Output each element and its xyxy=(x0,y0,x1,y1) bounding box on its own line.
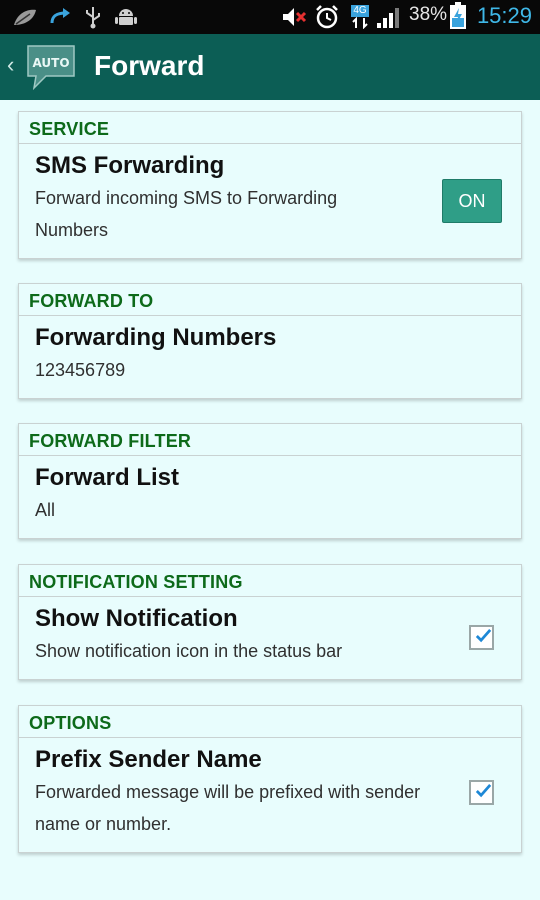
service-section: SERVICE SMS Forwarding Forward incoming … xyxy=(18,111,522,259)
checkmark-icon xyxy=(475,628,492,642)
preference-summary: Forward incoming SMS to Forwarding xyxy=(35,188,338,208)
section-header: FORWARD TO xyxy=(19,284,521,316)
battery-percentage: 38% xyxy=(409,4,448,25)
notification-setting-section: NOTIFICATION SETTING Show Notification S… xyxy=(18,564,522,680)
battery-charging-icon xyxy=(449,2,467,29)
forwarding-numbers-preference[interactable]: Forwarding Numbers 123456789 xyxy=(19,316,521,398)
section-header: SERVICE xyxy=(19,112,521,144)
section-header: FORWARD FILTER xyxy=(19,424,521,456)
status-bar: 4G 38% 15:29 xyxy=(0,0,540,34)
toggle-label: ON xyxy=(458,190,486,211)
preference-title: Show Notification xyxy=(35,605,238,632)
preference-summary-continued: Numbers xyxy=(35,220,109,240)
preference-summary: Show notification icon in the status bar xyxy=(35,641,343,661)
preference-title: Prefix Sender Name xyxy=(35,746,262,773)
section-header: OPTIONS xyxy=(19,706,521,738)
sms-forwarding-preference[interactable]: SMS Forwarding Forward incoming SMS to F… xyxy=(19,144,521,258)
preference-summary: Forwarded message will be prefixed with … xyxy=(35,782,421,802)
usb-icon xyxy=(84,5,102,29)
checkmark-icon xyxy=(475,783,492,797)
show-notification-preference[interactable]: Show Notification Show notification icon… xyxy=(19,597,521,679)
show-notification-checkbox[interactable] xyxy=(469,625,494,650)
reply-arrow-icon xyxy=(48,5,72,29)
options-section: OPTIONS Prefix Sender Name Forwarded mes… xyxy=(18,705,522,853)
forward-to-section: FORWARD TO Forwarding Numbers 123456789 xyxy=(18,283,522,399)
page-title: Forward xyxy=(94,50,205,81)
prefix-sender-name-checkbox[interactable] xyxy=(469,780,494,805)
mute-icon xyxy=(280,5,308,29)
preference-title: Forwarding Numbers xyxy=(35,324,277,351)
leaf-icon xyxy=(12,5,38,29)
sms-forwarding-toggle[interactable]: ON xyxy=(442,179,502,223)
android-icon xyxy=(114,5,138,29)
logo-text: AUTO xyxy=(32,56,69,70)
section-header: NOTIFICATION SETTING xyxy=(19,565,521,597)
network-badge: 4G xyxy=(351,5,369,17)
preference-title: Forward List xyxy=(35,464,180,491)
forward-filter-section: FORWARD FILTER Forward List All xyxy=(18,423,522,539)
network-4g-icon: 4G xyxy=(348,5,372,29)
preference-summary: All xyxy=(35,500,56,520)
preference-title: SMS Forwarding xyxy=(35,152,225,179)
prefix-sender-name-preference[interactable]: Prefix Sender Name Forwarded message wil… xyxy=(19,738,521,852)
chevron-left-icon: ‹ xyxy=(7,52,15,77)
up-navigation-button[interactable]: ‹ AUTO xyxy=(0,34,84,100)
action-bar: ‹ AUTO Forward xyxy=(0,34,540,100)
alarm-icon xyxy=(314,5,340,29)
preference-summary-continued: name or number. xyxy=(35,814,172,834)
preference-summary: 123456789 xyxy=(35,360,126,380)
forward-list-preference[interactable]: Forward List All xyxy=(19,456,521,538)
app-logo-icon: AUTO xyxy=(27,45,75,90)
clock: 15:29 xyxy=(476,3,532,28)
signal-icon xyxy=(376,5,404,29)
